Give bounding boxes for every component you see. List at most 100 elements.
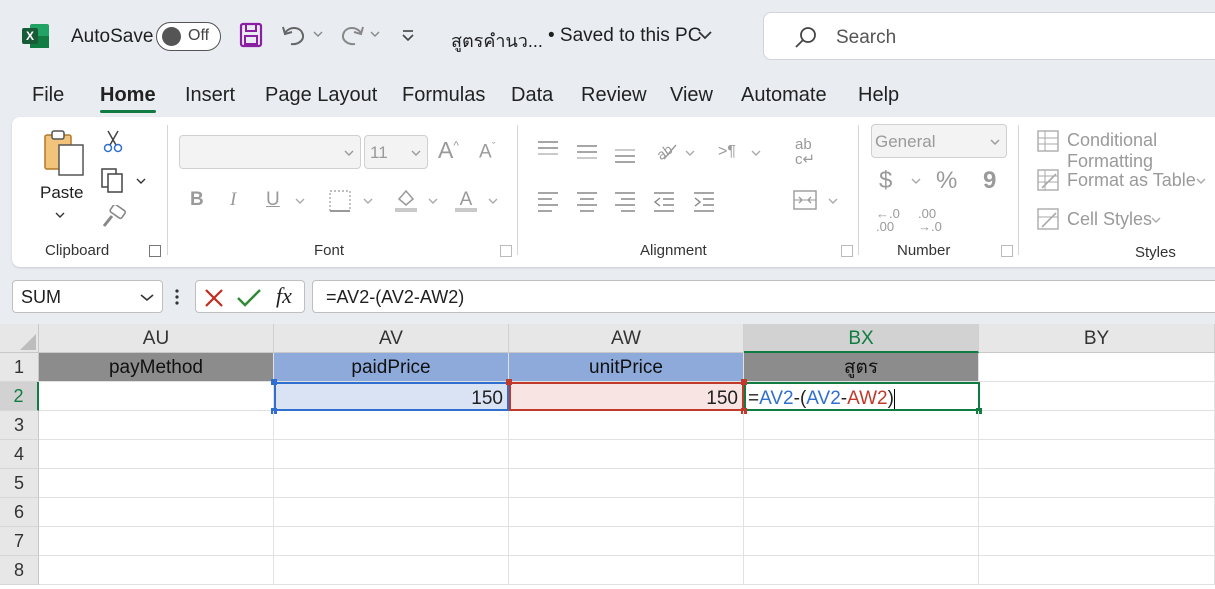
currency-icon[interactable]: $ [879, 167, 892, 195]
decrease-indent-icon[interactable] [652, 190, 676, 212]
cell-bx1[interactable]: สูตร [744, 353, 979, 382]
cell-aw2[interactable]: 150 [509, 382, 744, 411]
font-color-dropdown-icon[interactable] [488, 197, 498, 205]
search-box[interactable]: Search [763, 12, 1215, 60]
number-format-select[interactable]: General [871, 124, 1007, 158]
orientation-icon[interactable]: ab [652, 139, 680, 163]
increase-indent-icon[interactable] [692, 190, 716, 212]
tab-formulas[interactable]: Formulas [402, 84, 485, 107]
row-header-2[interactable]: 2 [0, 382, 39, 411]
align-right-icon[interactable] [613, 190, 637, 212]
clipboard-dialog-launcher[interactable] [149, 245, 161, 257]
redo-icon[interactable] [339, 23, 365, 47]
text-direction-icon[interactable]: >¶ [718, 143, 736, 161]
bottom-align-icon[interactable] [613, 145, 637, 165]
grid-cell[interactable] [509, 556, 744, 585]
worksheet-grid[interactable]: AU AV AW BX BY 1 2 3 4 5 6 7 8 payMethod… [0, 324, 1215, 589]
cell-au1[interactable]: payMethod [39, 353, 274, 382]
cell-av1[interactable]: paidPrice [274, 353, 509, 382]
decrease-decimal-icon[interactable]: .00 →.0 [918, 207, 942, 233]
more-options-icon[interactable] [174, 288, 180, 306]
grid-cell[interactable] [39, 556, 274, 585]
tab-home[interactable]: Home [100, 84, 156, 113]
format-painter-icon[interactable] [101, 205, 127, 229]
grid-cell[interactable] [744, 527, 979, 556]
underline-dropdown-icon[interactable] [295, 197, 305, 205]
row-header-1[interactable]: 1 [0, 353, 39, 382]
fill-color-icon[interactable] [393, 187, 419, 213]
increase-decimal-icon[interactable]: ←.0 .00 [876, 207, 900, 233]
cell-by1[interactable] [979, 353, 1215, 382]
number-dialog-launcher[interactable] [1001, 245, 1013, 257]
grid-cell[interactable] [979, 469, 1215, 498]
borders-dropdown-icon[interactable] [363, 197, 373, 205]
row-header-3[interactable]: 3 [0, 411, 39, 440]
increase-font-size-icon[interactable]: A^ [438, 137, 459, 164]
conditional-formatting-icon[interactable] [1036, 129, 1060, 153]
grid-cell[interactable] [509, 498, 744, 527]
cell-styles-icon[interactable] [1036, 207, 1060, 231]
tab-review[interactable]: Review [581, 84, 647, 107]
range-handle[interactable] [741, 379, 747, 385]
select-all-button[interactable] [0, 324, 39, 353]
comma-style-icon[interactable]: 9 [983, 167, 996, 195]
grid-cell[interactable] [274, 527, 509, 556]
merge-dropdown-icon[interactable] [828, 197, 838, 205]
grid-cell[interactable] [509, 440, 744, 469]
cancel-icon[interactable] [203, 287, 225, 309]
format-as-table-dropdown-icon[interactable] [1196, 177, 1206, 185]
grid-cell[interactable] [744, 498, 979, 527]
cell-bx2-editing[interactable]: =AV2-(AV2-AW2) [744, 382, 980, 411]
customize-toolbar-icon[interactable] [401, 29, 415, 43]
autosave-toggle[interactable]: Off [156, 22, 221, 51]
excel-logo-icon[interactable]: X [22, 23, 50, 49]
percent-icon[interactable]: % [936, 167, 957, 195]
grid-cell[interactable] [39, 498, 274, 527]
column-header-by[interactable]: BY [979, 324, 1215, 353]
range-handle[interactable] [271, 379, 277, 385]
enter-icon[interactable] [236, 287, 262, 309]
decrease-font-size-icon[interactable]: Aˇ [479, 141, 495, 163]
font-family-select[interactable] [179, 135, 361, 169]
wrap-text-icon[interactable]: ab c↵ [795, 137, 815, 167]
grid-cell[interactable] [39, 411, 274, 440]
middle-align-icon[interactable] [575, 142, 599, 162]
text-direction-dropdown-icon[interactable] [751, 149, 761, 157]
top-align-icon[interactable] [536, 139, 560, 159]
grid-cell[interactable] [39, 440, 274, 469]
grid-cell[interactable] [509, 411, 744, 440]
grid-cell[interactable] [39, 469, 274, 498]
cell-au2[interactable] [39, 382, 274, 411]
format-as-table-label[interactable]: Format as Table [1067, 170, 1196, 191]
copy-dropdown-icon[interactable] [136, 177, 146, 185]
align-left-icon[interactable] [536, 190, 560, 212]
column-header-aw[interactable]: AW [509, 324, 744, 353]
paste-icon[interactable] [41, 127, 87, 179]
column-header-av[interactable]: AV [274, 324, 509, 353]
row-header-7[interactable]: 7 [0, 527, 39, 556]
font-dialog-launcher[interactable] [500, 245, 512, 257]
undo-dropdown-icon[interactable] [313, 30, 323, 38]
cell-styles-dropdown-icon[interactable] [1151, 216, 1161, 224]
grid-cell[interactable] [744, 440, 979, 469]
row-header-6[interactable]: 6 [0, 498, 39, 527]
underline-button[interactable]: U [266, 189, 280, 211]
redo-dropdown-icon[interactable] [370, 30, 380, 38]
grid-cell[interactable] [274, 498, 509, 527]
grid-cell[interactable] [979, 556, 1215, 585]
font-size-select[interactable]: 11 [364, 135, 428, 169]
font-color-icon[interactable]: A [453, 187, 479, 213]
cell-aw1[interactable]: unitPrice [509, 353, 744, 382]
column-header-au[interactable]: AU [39, 324, 274, 353]
conditional-formatting-label[interactable]: Conditional Formatting [1067, 130, 1215, 172]
currency-dropdown-icon[interactable] [911, 177, 921, 185]
grid-cell[interactable] [274, 469, 509, 498]
fill-color-dropdown-icon[interactable] [428, 197, 438, 205]
cell-by2[interactable] [979, 382, 1215, 411]
range-handle[interactable] [506, 379, 512, 385]
grid-cell[interactable] [39, 527, 274, 556]
tab-insert[interactable]: Insert [185, 84, 235, 107]
grid-cell[interactable] [744, 411, 979, 440]
save-icon[interactable] [239, 22, 263, 48]
column-header-bx[interactable]: BX [744, 324, 979, 353]
